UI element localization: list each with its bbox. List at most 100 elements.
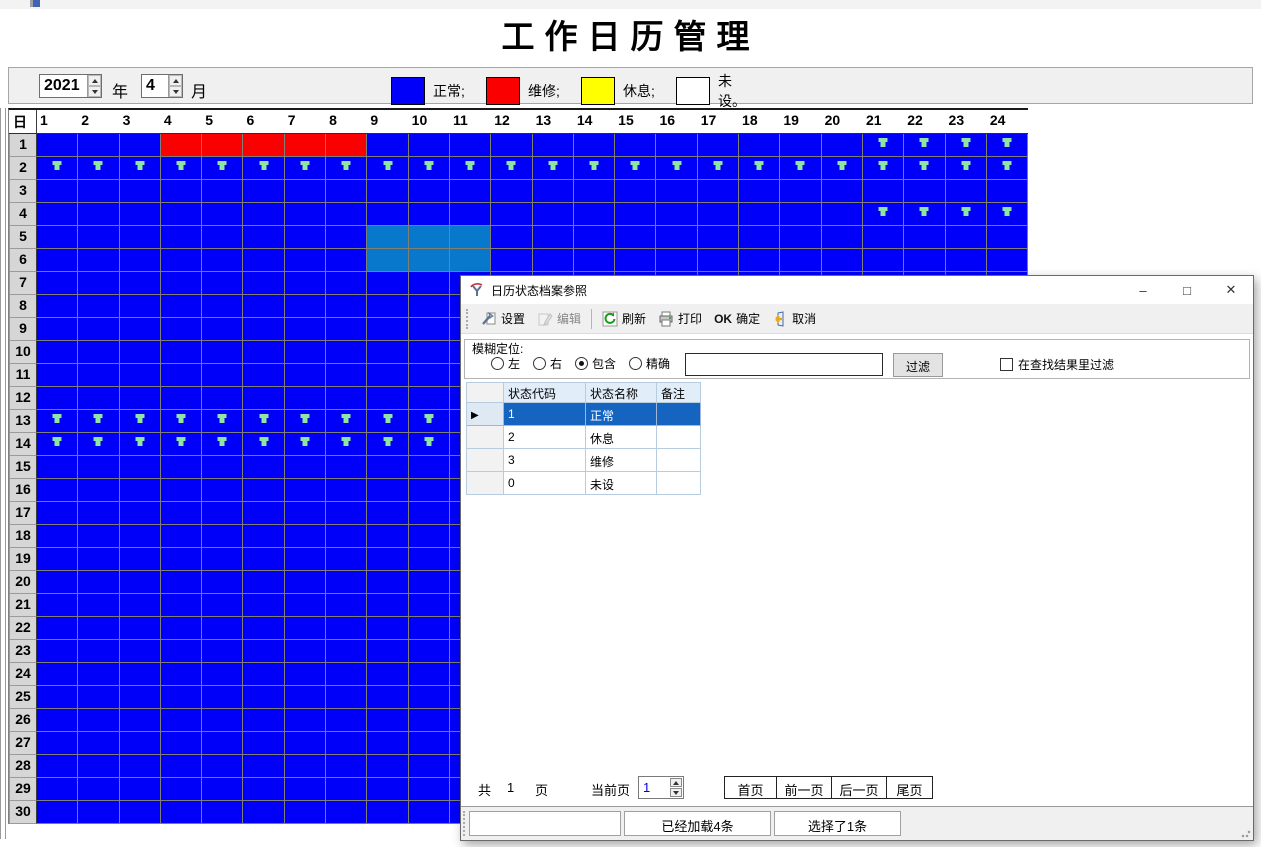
calendar-cell-d26-h7[interactable] (285, 709, 326, 732)
calendar-cell-d3-h7[interactable] (285, 180, 326, 203)
calendar-cell-d6-h1[interactable] (37, 249, 78, 272)
filter-in-results-option[interactable]: 在查找结果里过滤 (1000, 356, 1114, 373)
calendar-cell-d17-h5[interactable] (202, 502, 243, 525)
calendar-cell-d14-h8[interactable] (326, 433, 367, 456)
calendar-cell-d2-h3[interactable] (120, 157, 161, 180)
calendar-cell-d28-h2[interactable] (78, 755, 119, 778)
calendar-cell-d24-h8[interactable] (326, 663, 367, 686)
calendar-cell-d24-h4[interactable] (161, 663, 202, 686)
calendar-cell-d19-h7[interactable] (285, 548, 326, 571)
calendar-cell-d22-h10[interactable] (409, 617, 450, 640)
calendar-cell-d1-h6[interactable] (243, 134, 284, 157)
calendar-cell-d13-h9[interactable] (367, 410, 408, 433)
calendar-cell-d5-h16[interactable] (656, 226, 697, 249)
calendar-cell-d23-h6[interactable] (243, 640, 284, 663)
calendar-cell-d20-h8[interactable] (326, 571, 367, 594)
close-button[interactable]: ✕ (1209, 276, 1253, 304)
calendar-cell-d20-h1[interactable] (37, 571, 78, 594)
calendar-cell-d26-h3[interactable] (120, 709, 161, 732)
calendar-cell-d11-h4[interactable] (161, 364, 202, 387)
calendar-cell-d5-h12[interactable] (491, 226, 532, 249)
calendar-cell-d18-h7[interactable] (285, 525, 326, 548)
calendar-cell-d12-h7[interactable] (285, 387, 326, 410)
calendar-cell-d2-h7[interactable] (285, 157, 326, 180)
calendar-cell-d17-h3[interactable] (120, 502, 161, 525)
calendar-cell-d9-h6[interactable] (243, 318, 284, 341)
calendar-cell-d5-h13[interactable] (533, 226, 574, 249)
calendar-cell-d16-h7[interactable] (285, 479, 326, 502)
calendar-cell-d17-h1[interactable] (37, 502, 78, 525)
table-row-维修[interactable]: 3维修 (467, 449, 701, 472)
calendar-cell-d14-h9[interactable] (367, 433, 408, 456)
calendar-cell-d4-h19[interactable] (780, 203, 821, 226)
calendar-cell-d14-h6[interactable] (243, 433, 284, 456)
calendar-cell-d25-h4[interactable] (161, 686, 202, 709)
calendar-cell-d26-h4[interactable] (161, 709, 202, 732)
calendar-cell-d6-h20[interactable] (822, 249, 863, 272)
calendar-cell-d19-h6[interactable] (243, 548, 284, 571)
calendar-cell-d2-h1[interactable] (37, 157, 78, 180)
calendar-cell-d8-h3[interactable] (120, 295, 161, 318)
calendar-cell-d3-h19[interactable] (780, 180, 821, 203)
calendar-cell-d15-h3[interactable] (120, 456, 161, 479)
calendar-cell-d26-h8[interactable] (326, 709, 367, 732)
calendar-cell-d6-h9[interactable] (367, 249, 408, 272)
calendar-cell-d25-h2[interactable] (78, 686, 119, 709)
row-selector-cell[interactable] (467, 472, 504, 495)
calendar-cell-d20-h6[interactable] (243, 571, 284, 594)
calendar-cell-d24-h6[interactable] (243, 663, 284, 686)
calendar-cell-d20-h7[interactable] (285, 571, 326, 594)
calendar-cell-d13-h6[interactable] (243, 410, 284, 433)
calendar-cell-d21-h6[interactable] (243, 594, 284, 617)
calendar-cell-d28-h7[interactable] (285, 755, 326, 778)
calendar-cell-d7-h1[interactable] (37, 272, 78, 295)
calendar-cell-d4-h24[interactable] (987, 203, 1028, 226)
calendar-cell-d15-h2[interactable] (78, 456, 119, 479)
page-down-button[interactable] (670, 788, 682, 797)
calendar-cell-d15-h9[interactable] (367, 456, 408, 479)
calendar-cell-d30-h4[interactable] (161, 801, 202, 824)
calendar-cell-d15-h1[interactable] (37, 456, 78, 479)
calendar-cell-d17-h9[interactable] (367, 502, 408, 525)
calendar-cell-d1-h15[interactable] (615, 134, 656, 157)
calendar-cell-d1-h4[interactable] (161, 134, 202, 157)
calendar-cell-d20-h9[interactable] (367, 571, 408, 594)
calendar-cell-d19-h1[interactable] (37, 548, 78, 571)
calendar-cell-d13-h5[interactable] (202, 410, 243, 433)
table-cell[interactable] (657, 449, 701, 472)
calendar-cell-d9-h9[interactable] (367, 318, 408, 341)
calendar-cell-d20-h5[interactable] (202, 571, 243, 594)
calendar-cell-d2-h9[interactable] (367, 157, 408, 180)
calendar-cell-d9-h10[interactable] (409, 318, 450, 341)
calendar-cell-d5-h10[interactable] (409, 226, 450, 249)
calendar-cell-d12-h4[interactable] (161, 387, 202, 410)
calendar-cell-d27-h8[interactable] (326, 732, 367, 755)
calendar-cell-d16-h6[interactable] (243, 479, 284, 502)
calendar-cell-d15-h10[interactable] (409, 456, 450, 479)
calendar-cell-d21-h5[interactable] (202, 594, 243, 617)
calendar-cell-d4-h11[interactable] (450, 203, 491, 226)
calendar-cell-d2-h15[interactable] (615, 157, 656, 180)
calendar-cell-d23-h2[interactable] (78, 640, 119, 663)
calendar-cell-d6-h8[interactable] (326, 249, 367, 272)
calendar-cell-d26-h6[interactable] (243, 709, 284, 732)
calendar-cell-d8-h9[interactable] (367, 295, 408, 318)
calendar-cell-d1-h9[interactable] (367, 134, 408, 157)
calendar-cell-d6-h15[interactable] (615, 249, 656, 272)
calendar-cell-d14-h7[interactable] (285, 433, 326, 456)
calendar-cell-d3-h6[interactable] (243, 180, 284, 203)
calendar-cell-d27-h10[interactable] (409, 732, 450, 755)
calendar-cell-d19-h3[interactable] (120, 548, 161, 571)
calendar-cell-d3-h16[interactable] (656, 180, 697, 203)
calendar-cell-d3-h8[interactable] (326, 180, 367, 203)
calendar-cell-d12-h9[interactable] (367, 387, 408, 410)
calendar-cell-d4-h18[interactable] (739, 203, 780, 226)
calendar-cell-d4-h14[interactable] (574, 203, 615, 226)
table-cell[interactable]: 未设 (586, 472, 657, 495)
calendar-cell-d20-h2[interactable] (78, 571, 119, 594)
calendar-cell-d4-h3[interactable] (120, 203, 161, 226)
calendar-cell-d5-h24[interactable] (987, 226, 1028, 249)
row-selector-cell[interactable] (467, 449, 504, 472)
calendar-cell-d7-h4[interactable] (161, 272, 202, 295)
calendar-cell-d3-h10[interactable] (409, 180, 450, 203)
